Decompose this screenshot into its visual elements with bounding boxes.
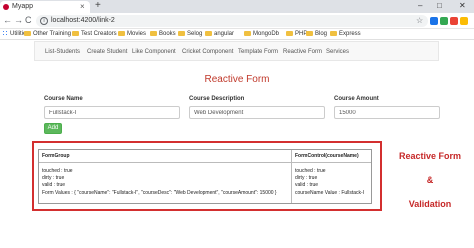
- maximize-button[interactable]: □: [437, 0, 442, 12]
- table-divider: [291, 150, 292, 203]
- bookmark-item[interactable]: angular: [205, 30, 234, 39]
- annotation-title: Reactive Form: [398, 151, 462, 161]
- back-arrow-icon[interactable]: ←: [3, 14, 12, 27]
- course-description-label: Course Description: [189, 96, 245, 102]
- folder-icon: [118, 31, 125, 36]
- extension-icon[interactable]: [450, 17, 458, 25]
- screen: Myapp × + – □ ✕ ← → C i localhost:4200/l…: [0, 0, 474, 248]
- folder-icon: [330, 31, 337, 36]
- bookmark-item[interactable]: Books: [150, 30, 176, 39]
- bookmark-item[interactable]: PHP: [286, 30, 307, 39]
- forward-arrow-icon[interactable]: →: [14, 14, 23, 27]
- nav-link-create-student[interactable]: Create Student: [87, 47, 127, 57]
- course-amount-label: Course Amount: [334, 96, 379, 102]
- folder-icon: [286, 31, 293, 36]
- form-status-table: FormGroup FormControl(courseName) touche…: [38, 149, 372, 204]
- minimize-button[interactable]: –: [418, 0, 422, 12]
- folder-icon: [72, 31, 79, 36]
- tab-title: Myapp: [12, 3, 34, 10]
- course-description-input[interactable]: [189, 106, 325, 119]
- angular-favicon-icon: [3, 4, 9, 10]
- nav-link-services[interactable]: Services: [326, 47, 349, 57]
- close-window-button[interactable]: ✕: [459, 0, 466, 12]
- url-text: localhost:4200/link-2: [51, 17, 115, 24]
- formgroup-values: Form Values : { "courseName": "Fullstack…: [42, 190, 277, 196]
- reload-icon[interactable]: C: [25, 14, 32, 27]
- bookmark-item[interactable]: Movies: [118, 30, 146, 39]
- bookmark-item[interactable]: Express: [330, 30, 361, 39]
- extension-icon[interactable]: [440, 17, 448, 25]
- bookmark-item[interactable]: Selog: [178, 30, 202, 39]
- address-bar[interactable]: i localhost:4200/link-2 ☆: [36, 15, 428, 27]
- formgroup-header: FormGroup: [42, 153, 70, 159]
- browser-toolbar: ← → C i localhost:4200/link-2 ☆: [0, 13, 474, 29]
- annotation-ampersand: &: [426, 175, 434, 185]
- formcontrol-touched: touched : true: [295, 168, 326, 174]
- formcontrol-header: FormControl(courseName): [295, 153, 359, 159]
- folder-icon: [306, 31, 313, 36]
- folder-icon: [178, 31, 185, 36]
- extension-icon[interactable]: [430, 17, 438, 25]
- table-divider: [39, 162, 371, 163]
- nav-link-cricket-component[interactable]: Cricket Component: [182, 47, 233, 57]
- nav-link-list-students[interactable]: List-Students: [45, 47, 80, 57]
- formgroup-valid: valid : true: [42, 182, 66, 188]
- site-info-icon[interactable]: i: [40, 17, 48, 25]
- nav-link-like-component[interactable]: Like Component: [132, 47, 176, 57]
- folder-icon: [205, 31, 212, 36]
- extension-icon[interactable]: [460, 17, 468, 25]
- browser-tab-strip: Myapp × + – □ ✕: [0, 0, 474, 13]
- bookmark-star-icon[interactable]: ☆: [416, 15, 423, 27]
- bookmark-item[interactable]: MongoDb: [244, 30, 279, 39]
- course-name-input[interactable]: [44, 106, 180, 119]
- bookmark-item[interactable]: Blog: [306, 30, 327, 39]
- folder-icon: [24, 31, 31, 36]
- bookmark-item[interactable]: Test Creators: [72, 30, 117, 39]
- formgroup-dirty: dirty : true: [42, 175, 65, 181]
- annotation-subtitle: Validation: [408, 199, 452, 209]
- formcontrol-dirty: dirty : true: [295, 175, 318, 181]
- tab-close-icon[interactable]: ×: [80, 1, 85, 12]
- app-navbar: List-Students Create Student Like Compon…: [34, 41, 439, 61]
- folder-icon: [244, 31, 251, 36]
- page-title: Reactive Form: [204, 74, 270, 85]
- nav-link-reactive-form[interactable]: Reactive Form: [283, 47, 322, 57]
- formgroup-touched: touched : true: [42, 168, 73, 174]
- add-button[interactable]: Add: [44, 123, 62, 134]
- nav-link-template-form[interactable]: Template Form: [238, 47, 278, 57]
- bookmarks-bar: Utilities Other Training Test Creators M…: [0, 29, 474, 40]
- browser-tab[interactable]: Myapp ×: [0, 1, 90, 13]
- formcontrol-value: courseName Value : Fullstack-I: [295, 190, 365, 196]
- apps-icon: [2, 30, 8, 36]
- new-tab-button[interactable]: +: [95, 0, 101, 12]
- course-amount-input[interactable]: [334, 106, 440, 119]
- folder-icon: [150, 31, 157, 36]
- bookmark-item[interactable]: Other Training: [24, 30, 71, 39]
- formcontrol-valid: valid : true: [295, 182, 319, 188]
- course-name-label: Course Name: [44, 96, 83, 102]
